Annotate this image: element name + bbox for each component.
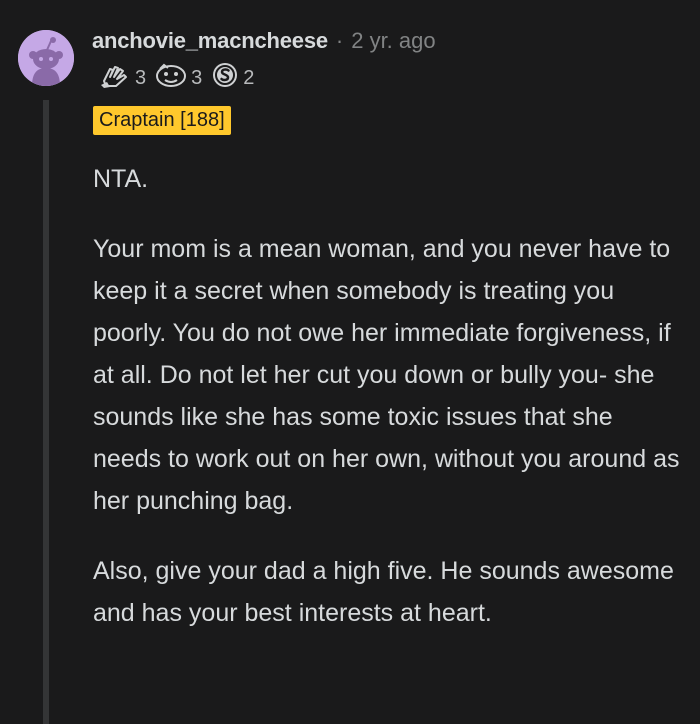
awards-row[interactable]: 3 3 2 xyxy=(98,62,262,94)
header-separator: · xyxy=(335,28,344,53)
comment: anchovie_macncheese · 2 yr. ago 3 3 2 Cr… xyxy=(0,0,700,724)
comment-body: NTA. Your mom is a mean woman, and you n… xyxy=(93,158,683,662)
thread-collapse-line[interactable] xyxy=(43,100,49,724)
comment-paragraph: Your mom is a mean woman, and you never … xyxy=(93,235,680,515)
avatar[interactable] xyxy=(18,30,74,86)
award-count: 2 xyxy=(243,66,255,89)
snoo-avatar-icon xyxy=(18,30,74,86)
award-count: 3 xyxy=(135,66,147,89)
award-item[interactable]: 3 xyxy=(98,61,146,95)
award-item[interactable]: 2 xyxy=(210,61,254,95)
award-item[interactable]: 3 xyxy=(154,61,202,95)
face-award-icon xyxy=(154,61,188,95)
comment-header: anchovie_macncheese · 2 yr. ago xyxy=(92,24,436,58)
hands-award-icon xyxy=(98,61,132,95)
timestamp[interactable]: 2 yr. ago xyxy=(351,28,435,54)
silver-coin-award-icon xyxy=(210,61,240,95)
award-count: 3 xyxy=(191,66,203,89)
comment-paragraph: Also, give your dad a high five. He soun… xyxy=(93,557,674,627)
comment-paragraph: NTA. xyxy=(93,165,149,193)
username-link[interactable]: anchovie_macncheese xyxy=(92,28,328,54)
user-flair: Craptain [188] xyxy=(93,106,231,135)
